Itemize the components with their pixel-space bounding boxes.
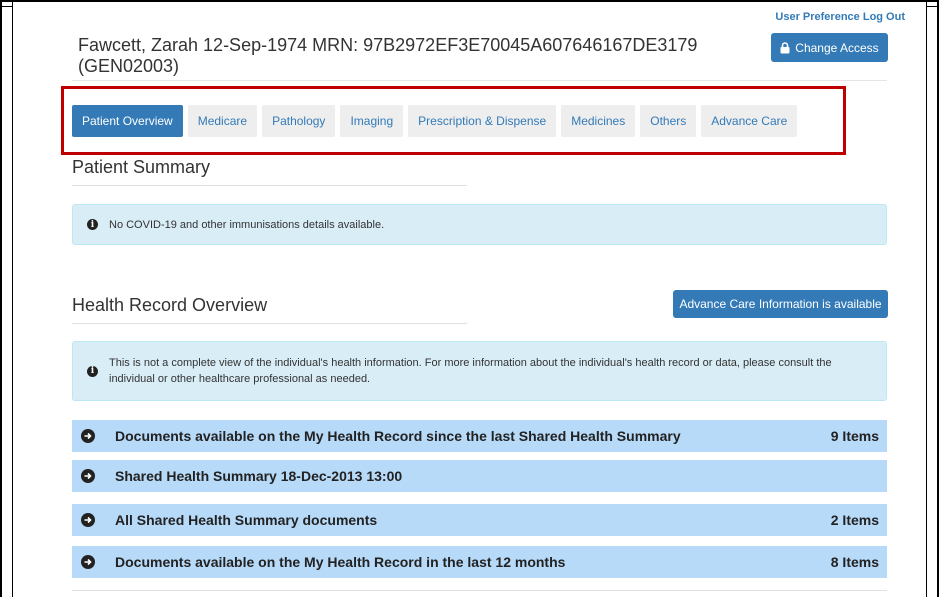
record-row-shared-health-summary[interactable]: Shared Health Summary 18-Dec-2013 13:00 — [72, 460, 887, 492]
record-row-count: 9 Items — [830, 428, 879, 444]
tab-advance-care[interactable]: Advance Care — [701, 105, 798, 137]
health-record-title: Health Record Overview — [72, 295, 268, 315]
user-links: User Preference Log Out — [775, 11, 905, 23]
record-row-label: Documents available on the My Health Rec… — [115, 554, 566, 570]
advance-care-info-button[interactable]: Advance Care Information is available — [673, 290, 888, 318]
tab-imaging[interactable]: Imaging — [340, 105, 404, 137]
patient-name-line: Fawcett, Zarah 12-Sep-1974 MRN: 97B2972E… — [78, 35, 698, 55]
patient-header: Fawcett, Zarah 12-Sep-1974 MRN: 97B2972E… — [78, 35, 738, 77]
tab-patient-overview[interactable]: Patient Overview — [72, 105, 183, 137]
info-icon: i — [87, 219, 98, 230]
change-access-button[interactable]: Change Access — [771, 33, 888, 62]
expand-arrow-icon — [81, 469, 95, 483]
record-row-count: 8 Items — [830, 554, 879, 570]
record-row-last-12-months[interactable]: Documents available on the My Health Rec… — [72, 546, 887, 578]
nav-tabs: Patient Overview Medicare Pathology Imag… — [72, 105, 798, 137]
tab-pathology[interactable]: Pathology — [262, 105, 336, 137]
frame-divider-top-right — [926, 6, 939, 7]
expand-arrow-icon — [81, 555, 95, 569]
record-row-label: Shared Health Summary 18-Dec-2013 13:00 — [115, 468, 403, 484]
health-record-notice: i This is not a complete view of the ind… — [72, 341, 887, 401]
change-access-label: Change Access — [795, 40, 879, 55]
record-row-count: 2 Items — [830, 512, 879, 528]
tab-prescription-dispense[interactable]: Prescription & Dispense — [408, 105, 557, 137]
frame-divider-top-left — [0, 6, 12, 7]
record-row-since-shs[interactable]: Documents available on the My Health Rec… — [72, 420, 887, 452]
patient-summary-title: Patient Summary — [72, 157, 211, 177]
bottom-divider — [72, 590, 887, 591]
health-record-notice-text: This is not a complete view of the indiv… — [109, 357, 832, 385]
record-row-all-shs[interactable]: All Shared Health Summary documents 2 It… — [72, 504, 887, 536]
frame-divider-right — [926, 0, 927, 597]
info-icon: i — [87, 365, 98, 377]
tab-medicare[interactable]: Medicare — [187, 105, 258, 137]
health-record-underline — [72, 323, 467, 324]
record-row-label: All Shared Health Summary documents — [115, 512, 378, 528]
immunisation-alert-text: No COVID-19 and other immunisations deta… — [109, 218, 385, 231]
header-divider — [72, 80, 887, 81]
expand-arrow-icon — [81, 513, 95, 527]
logout-link[interactable]: Log Out — [863, 11, 905, 23]
lock-icon — [780, 41, 790, 54]
expand-arrow-icon — [81, 429, 95, 443]
frame-divider-left — [12, 0, 13, 597]
tab-others[interactable]: Others — [640, 105, 697, 137]
record-row-label: Documents available on the My Health Rec… — [115, 428, 681, 444]
immunisation-alert: i No COVID-19 and other immunisations de… — [72, 204, 887, 245]
patient-summary-underline — [72, 185, 467, 186]
patient-id-line: (GEN02003) — [78, 56, 180, 76]
user-preference-link[interactable]: User Preference — [775, 11, 859, 23]
tab-medicines[interactable]: Medicines — [561, 105, 636, 137]
